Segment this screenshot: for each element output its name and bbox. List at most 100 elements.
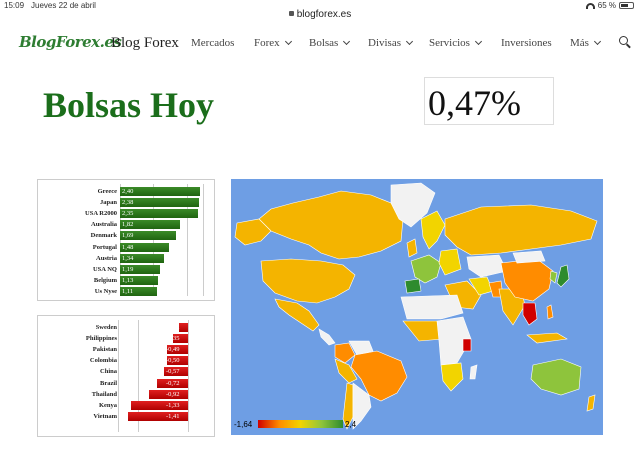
search-icon[interactable] [619, 36, 628, 45]
map-region-new-zealand[interactable] [586, 394, 596, 412]
ranking-row[interactable]: Australia 1,82 [38, 219, 214, 230]
nav-item-mas[interactable]: Más [570, 37, 601, 49]
ranking-row[interactable]: Greece 2,40 [38, 186, 214, 197]
map-region-indonesia[interactable] [526, 332, 568, 344]
ranking-row[interactable]: Vietnam -1,41 [38, 411, 214, 422]
site-name-link[interactable]: Blog Forex [111, 35, 179, 52]
map-region-mongolia[interactable] [512, 250, 546, 264]
ranking-row[interactable]: Philippines -0,35 [38, 333, 214, 344]
ranking-row[interactable]: Brazil -0,72 [38, 378, 214, 389]
ranking-row[interactable]: Portugal 1,48 [38, 242, 214, 253]
legend-color-scale [258, 420, 343, 428]
nav-item-servicios[interactable]: Servicios [429, 37, 482, 49]
map-region-russia[interactable] [444, 204, 598, 256]
ranking-country-label: Thailand [91, 390, 117, 398]
map-region-southeast-asia[interactable] [522, 302, 538, 326]
wifi-icon [585, 2, 595, 9]
status-bar: 15:09 Jueves 22 de abril blogforex.es 65… [0, 0, 640, 20]
ranking-country-label: Austria [96, 254, 117, 262]
map-region-madagascar[interactable] [469, 364, 478, 380]
map-region-australia[interactable] [530, 358, 582, 396]
ranking-value-label: -0,35 [166, 335, 180, 343]
chevron-down-icon [284, 37, 292, 46]
ranking-row[interactable]: Thailand -0,92 [38, 389, 214, 400]
chevron-down-icon [593, 37, 601, 46]
map-region-southern-africa[interactable] [440, 362, 464, 392]
ranking-row[interactable]: Japan 2,38 [38, 197, 214, 208]
ranking-country-label: Brazil [100, 379, 117, 387]
map-region-usa[interactable] [260, 258, 356, 304]
nav-item-mercados[interactable]: Mercados [191, 37, 234, 49]
world-markets-map[interactable]: -1,64 2,4 [231, 179, 603, 435]
ranking-value-label: 1,69 [122, 232, 134, 240]
ranking-value-label: 1,48 [122, 243, 134, 251]
map-region-kazakhstan[interactable] [466, 254, 508, 278]
ranking-country-label: Sweden [95, 324, 117, 331]
nav-item-bolsas[interactable]: Bolsas [309, 37, 351, 49]
ranking-country-label: Belgium [93, 276, 117, 284]
ranking-row[interactable]: USA R2000 2,35 [38, 208, 214, 219]
ranking-row[interactable]: Us Nyse 1,11 [38, 286, 214, 297]
ranking-country-label: Kenya [98, 401, 117, 409]
map-region-scandinavia[interactable] [420, 210, 446, 250]
ranking-country-label: Australia [91, 221, 117, 229]
lock-icon [288, 11, 294, 16]
ranking-country-label: Philippines [85, 335, 117, 343]
top-markets-ranking: Greece 2,40 Japan 2,38 USA R2000 2,35 Australi… [37, 179, 215, 301]
ranking-row[interactable]: Belgium 1,13 [38, 275, 214, 286]
ranking-row[interactable]: Sweden -0,22 [38, 322, 214, 333]
ranking-row[interactable]: Austria 1,34 [38, 253, 214, 264]
nav-item-label: Bolsas [309, 37, 339, 49]
ranking-row[interactable]: USA NQ 1,19 [38, 264, 214, 275]
ranking-country-label: Pakistan [92, 346, 117, 354]
address-bar[interactable]: blogforex.es [0, 9, 640, 20]
ranking-row[interactable]: Denmark 1,69 [38, 230, 214, 241]
ranking-value-label: 2,38 [122, 199, 134, 207]
map-region-north-africa[interactable] [400, 294, 464, 320]
map-region-mexico[interactable] [274, 298, 320, 332]
map-region-canada[interactable] [258, 190, 404, 260]
ranking-value-label: 2,35 [122, 210, 134, 218]
ranking-country-label: Greece [97, 188, 117, 195]
nav-item-forex[interactable]: Forex [254, 37, 292, 49]
ranking-country-label: USA R2000 [85, 210, 117, 218]
ranking-value-label: -0,49 [166, 346, 180, 354]
ranking-country-label: Vietnam [93, 412, 117, 420]
map-region-japan[interactable] [556, 264, 570, 288]
nav-item-label: Servicios [429, 37, 470, 49]
ranking-country-label: Portugal [92, 243, 117, 251]
ranking-country-label: USA NQ [92, 265, 117, 273]
ranking-value-label: 1,19 [122, 265, 134, 273]
ranking-value-label: 1,82 [122, 221, 134, 229]
ranking-country-label: Denmark [90, 232, 117, 240]
nav-item-divisas[interactable]: Divisas [368, 37, 414, 49]
site-logo[interactable]: BlogForex.es [19, 33, 122, 51]
market-change-value: 0,47% [424, 77, 554, 125]
map-region-western-europe[interactable] [410, 254, 442, 284]
ranking-bar[interactable] [178, 323, 188, 332]
ranking-row[interactable]: Kenya -1,33 [38, 400, 214, 411]
ranking-country-label: China [100, 368, 117, 376]
map-region-central-america[interactable] [318, 328, 336, 346]
ranking-row[interactable]: Colombia -0,50 [38, 355, 214, 366]
page-title: Bolsas Hoy [43, 85, 215, 125]
nav-item-label: Mercados [191, 37, 235, 49]
map-region-philippines[interactable] [546, 304, 554, 320]
map-region-kenya[interactable] [462, 338, 472, 352]
chevron-down-icon [405, 37, 414, 46]
nav-item-inversiones[interactable]: Inversiones [501, 37, 552, 49]
map-region-eastern-europe[interactable] [438, 248, 462, 276]
ranking-value-label: 2,40 [122, 188, 134, 195]
ranking-country-label: Us Nyse [94, 287, 117, 295]
status-indicators: 65 % [585, 1, 634, 10]
nav-item-label: Más [570, 37, 589, 49]
nav-item-label: Forex [254, 37, 280, 49]
ranking-country-label: Colombia [89, 357, 117, 365]
ranking-row[interactable]: Pakistan -0,49 [38, 344, 214, 355]
map-region-iberia[interactable] [404, 278, 422, 294]
map-region-korea[interactable] [549, 270, 558, 284]
ranking-value-label: 1,34 [122, 254, 134, 262]
map-region-uk[interactable] [406, 238, 418, 258]
ranking-row[interactable]: China -0,57 [38, 366, 214, 377]
ranking-value-label: -0,57 [166, 368, 180, 376]
